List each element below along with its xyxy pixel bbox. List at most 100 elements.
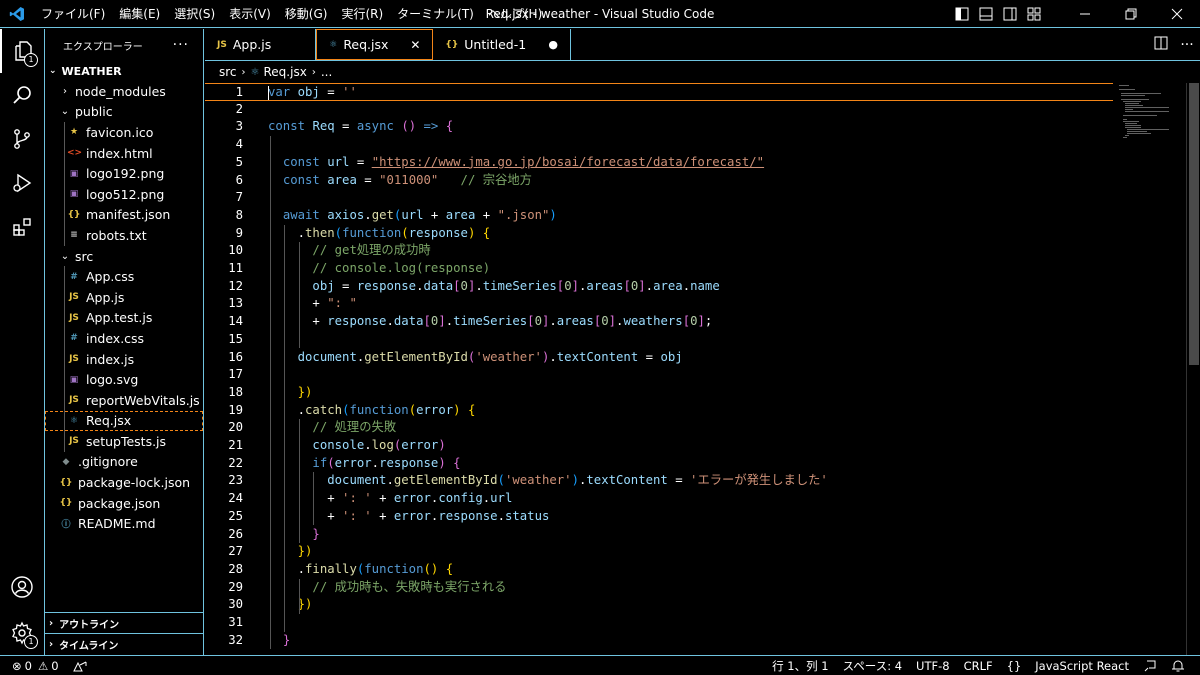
menu-item[interactable]: ターミナル(T) (390, 0, 481, 28)
code-editor[interactable]: 1 var obj = '' 2 3 const Req = async () => {… (205, 83, 1200, 655)
tree-file[interactable]: ▣ logo.svg (45, 369, 203, 390)
toggle-secondary-sidebar-icon[interactable] (998, 0, 1022, 28)
language-status-icon[interactable]: {} (1000, 659, 1029, 673)
code-line[interactable]: 24 + ': ' + error.config.url (205, 490, 1113, 508)
tree-file[interactable]: JS reportWebVitals.js (45, 389, 203, 411)
code-line[interactable]: 17 (205, 366, 1113, 384)
toggle-primary-sidebar-icon[interactable] (950, 0, 974, 28)
code-line[interactable]: 3 const Req = async () => { (205, 118, 1113, 136)
more-actions-icon[interactable]: ··· (1174, 37, 1200, 53)
explorer-icon[interactable]: 1 (0, 29, 44, 73)
tree-file[interactable]: # index.css (45, 328, 203, 349)
tree-file[interactable]: {} package.json (45, 493, 203, 514)
close-window-button[interactable] (1154, 0, 1200, 28)
split-editor-icon[interactable] (1148, 36, 1174, 54)
extensions-icon[interactable] (0, 205, 44, 249)
notifications-bell-icon[interactable] (1164, 659, 1192, 673)
tree-file[interactable]: <> index.html (45, 142, 203, 164)
toggle-panel-icon[interactable] (974, 0, 998, 28)
outline-section[interactable]: › アウトライン (45, 612, 203, 633)
code-line[interactable]: 26 } (205, 526, 1113, 544)
minimap[interactable] (1117, 83, 1181, 143)
language-mode[interactable]: JavaScript React (1028, 659, 1136, 673)
code-line[interactable]: 13 + ": " (205, 295, 1113, 313)
code-line[interactable]: 16 document.getElementById('weather').te… (205, 349, 1113, 367)
run-debug-icon[interactable] (0, 161, 44, 205)
code-line[interactable]: 21 console.log(error) (205, 437, 1113, 455)
code-line[interactable]: 1 var obj = '' (205, 83, 1113, 101)
tree-file[interactable]: {} manifest.json (45, 204, 203, 226)
code-line[interactable]: 25 + ': ' + error.response.status (205, 508, 1113, 526)
code-line[interactable]: 22 if(error.response) { (205, 455, 1113, 473)
tree-file[interactable]: ⓘ README.md (45, 513, 203, 534)
tree-file[interactable]: ≡ robots.txt (45, 225, 203, 246)
menu-item[interactable]: 実行(R) (334, 0, 390, 28)
menu-item[interactable]: ヘルプ(H) (481, 0, 549, 28)
customize-layout-icon[interactable] (1022, 0, 1046, 28)
tree-folder[interactable]: ⌄ public (45, 102, 203, 123)
settings-gear-icon[interactable]: 1 (0, 611, 44, 655)
code-line[interactable]: 4 (205, 136, 1113, 154)
tree-folder[interactable]: ⌄ src (45, 246, 203, 267)
editor-tab[interactable]: {} Untitled-1 ● (433, 29, 572, 60)
tree-file[interactable]: ◆ .gitignore (45, 452, 203, 473)
close-tab-icon[interactable]: ✕ (408, 38, 422, 52)
editor-tab[interactable]: JS App.js (205, 29, 317, 60)
menu-item[interactable]: 編集(E) (112, 0, 167, 28)
tree-file[interactable]: JS App.test.js (45, 307, 203, 329)
code-line[interactable]: 15 (205, 331, 1113, 349)
restore-button[interactable] (1108, 0, 1154, 28)
tree-file[interactable]: ⚛ Req.jsx (45, 410, 203, 432)
indentation[interactable]: スペース: 4 (836, 658, 909, 674)
code-line[interactable]: 11 // console.log(response) (205, 260, 1113, 278)
breadcrumb-file[interactable]: Req.jsx (264, 65, 307, 79)
tree-folder[interactable]: › node_modules (45, 81, 203, 102)
encoding[interactable]: UTF-8 (909, 659, 957, 673)
code-line[interactable]: 9 .then(function(response) { (205, 225, 1113, 243)
code-line[interactable]: 14 + response.data[0].timeSeries[0].area… (205, 313, 1113, 331)
minimize-button[interactable] (1062, 0, 1108, 28)
account-icon[interactable] (0, 565, 44, 609)
code-line[interactable]: 28 .finally(function() { (205, 561, 1113, 579)
code-line[interactable]: 8 await axios.get(url + area + ".json") (205, 207, 1113, 225)
code-line[interactable]: 18 }) (205, 384, 1113, 402)
feedback-icon[interactable] (1136, 659, 1164, 673)
tree-file[interactable]: ▣ logo512.png (45, 183, 203, 205)
tree-file[interactable]: JS App.js (45, 286, 203, 308)
unsaved-dot-icon[interactable]: ● (546, 38, 560, 51)
problems-indicator[interactable]: ⊗ 0 ⚠ 0 (12, 659, 66, 673)
workspace-folder-header[interactable]: ⌄ WEATHER (45, 61, 203, 81)
tree-file[interactable]: JS index.js (45, 348, 203, 370)
code-line[interactable]: 20 // 処理の失敗 (205, 419, 1113, 437)
scrollbar-thumb[interactable] (1189, 83, 1199, 365)
editor-tab[interactable]: ⚛ Req.jsx ✕ (316, 29, 434, 60)
tree-file[interactable]: {} package-lock.json (45, 472, 203, 493)
code-line[interactable]: 12 obj = response.data[0].timeSeries[0].… (205, 278, 1113, 296)
tree-file[interactable]: # App.css (45, 266, 203, 287)
timeline-section[interactable]: › タイムライン (45, 633, 203, 654)
breadcrumb-symbols[interactable]: ... (321, 65, 332, 79)
more-actions-icon[interactable]: ··· (173, 37, 189, 53)
code-line[interactable]: 31 (205, 614, 1113, 632)
code-line[interactable]: 2 (205, 101, 1113, 119)
search-icon[interactable] (0, 73, 44, 117)
menu-item[interactable]: 移動(G) (278, 0, 335, 28)
code-line[interactable]: 6 const area = "011000" // 宗谷地方 (205, 172, 1113, 190)
cursor-position[interactable]: 行 1、列 1 (765, 658, 835, 674)
code-line[interactable]: 27 }) (205, 543, 1113, 561)
code-line[interactable]: 29 // 成功時も、失敗時も実行される (205, 579, 1113, 597)
code-line[interactable]: 30 }) (205, 596, 1113, 614)
menu-item[interactable]: ファイル(F) (34, 0, 112, 28)
menu-item[interactable]: 選択(S) (167, 0, 222, 28)
live-share-icon[interactable] (66, 660, 94, 672)
menu-item[interactable]: 表示(V) (222, 0, 278, 28)
code-line[interactable]: 19 .catch(function(error) { (205, 402, 1113, 420)
code-line[interactable]: 7 (205, 189, 1113, 207)
code-line[interactable]: 23 document.getElementById('weather').te… (205, 472, 1113, 490)
tree-file[interactable]: ▣ logo192.png (45, 163, 203, 184)
code-line[interactable]: 5 const url = "https://www.jma.go.jp/bos… (205, 154, 1113, 172)
tree-file[interactable]: ★ favicon.ico (45, 122, 203, 143)
code-line[interactable]: 10 // get処理の成功時 (205, 242, 1113, 260)
code-line[interactable]: 32 } (205, 632, 1113, 650)
source-control-icon[interactable] (0, 117, 44, 161)
